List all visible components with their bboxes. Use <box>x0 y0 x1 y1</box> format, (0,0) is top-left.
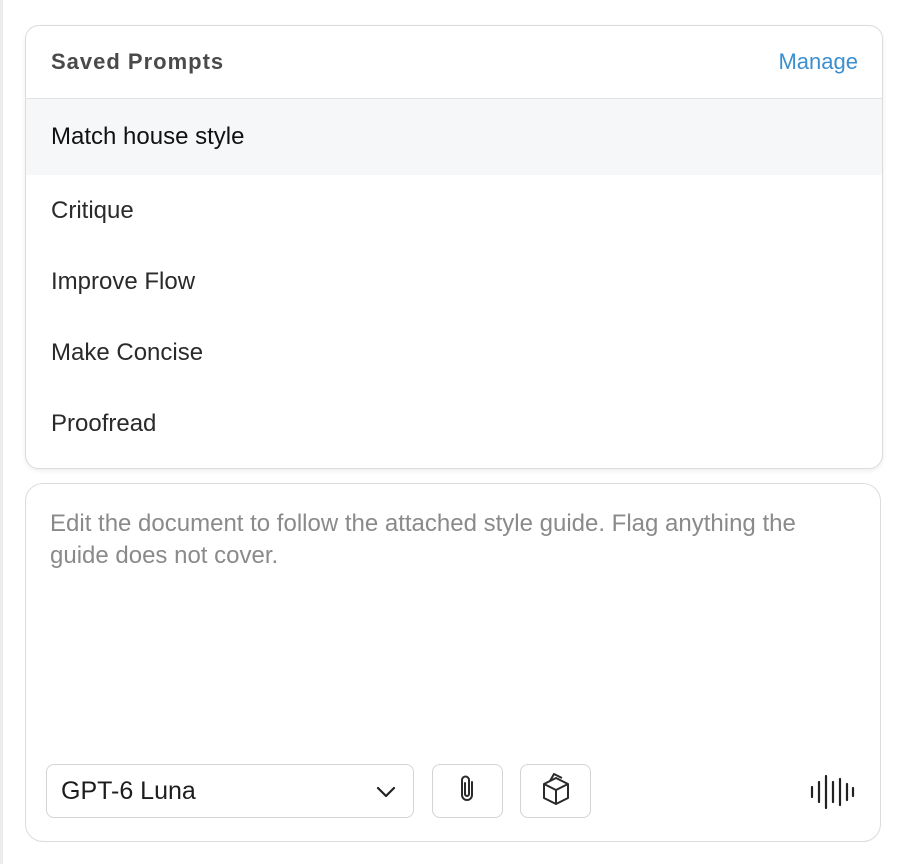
manage-link[interactable]: Manage <box>778 49 858 75</box>
prompt-composer: Edit the document to follow the attached… <box>25 483 881 842</box>
cube-icon <box>540 772 572 811</box>
saved-prompts-title: Saved Prompts <box>51 49 225 74</box>
prompt-item-improve-flow[interactable]: Improve Flow <box>26 246 882 317</box>
chevron-down-icon <box>375 777 397 806</box>
saved-prompts-panel: Saved Prompts Manage Match house style C… <box>25 25 883 469</box>
model-select[interactable]: GPT-6 Luna <box>46 764 414 818</box>
attach-button[interactable] <box>432 764 503 818</box>
plugins-button[interactable] <box>520 764 591 818</box>
prompt-input[interactable]: Edit the document to follow the attached… <box>50 508 850 572</box>
prompt-item-match-house-style[interactable]: Match house style <box>26 99 882 175</box>
model-select-value: GPT-6 Luna <box>61 776 196 805</box>
voice-button[interactable] <box>808 774 856 814</box>
prompt-item-critique[interactable]: Critique <box>26 175 882 246</box>
saved-prompts-header: Saved Prompts Manage <box>26 26 882 99</box>
prompt-item-make-concise[interactable]: Make Concise <box>26 317 882 388</box>
prompt-item-proofread[interactable]: Proofread <box>26 388 882 459</box>
prompt-list: Match house style Critique Improve Flow … <box>26 99 882 459</box>
waveform-icon <box>809 774 855 815</box>
left-divider <box>0 0 3 864</box>
paperclip-icon <box>456 773 480 810</box>
